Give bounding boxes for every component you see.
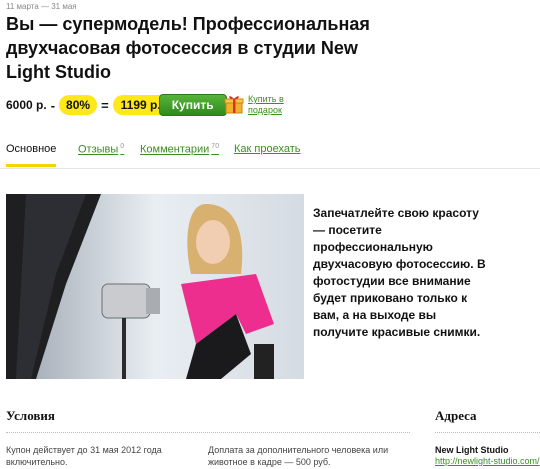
tab-reviews-label: Отзывы xyxy=(78,143,119,156)
discount-badge: 80% xyxy=(59,95,98,115)
deal-title: Вы — супермодель! Профессиональная двухч… xyxy=(6,14,370,82)
tab-directions[interactable]: Как проехать xyxy=(234,143,300,155)
gift-link[interactable]: Купить в подарок xyxy=(224,94,308,116)
buy-button[interactable]: Купить xyxy=(158,94,227,116)
tab-comments-label: Комментарии xyxy=(140,143,210,156)
studio-photo-illustration xyxy=(6,194,304,379)
tab-directions-label: Как проехать xyxy=(234,143,301,155)
deal-description: Запечатлейте свою красоту — посетите про… xyxy=(313,206,486,339)
tab-bar: Основное Отзывы 0 Комментарии 70 Как проех… xyxy=(0,140,540,169)
condition-item: Доплата за дополнительного человека или … xyxy=(208,445,389,467)
tab-main-label: Основное xyxy=(6,143,57,155)
gift-icon xyxy=(224,96,244,114)
tab-reviews[interactable]: Отзывы 0 xyxy=(78,143,124,156)
tab-comments-count: 70 xyxy=(211,143,220,150)
tab-comments[interactable]: Комментарии 70 xyxy=(140,143,219,156)
equals-sign: = xyxy=(101,97,109,113)
condition-item: Купон действует до 31 мая 2012 года вклю… xyxy=(6,445,162,467)
tab-reviews-count: 0 xyxy=(120,143,125,150)
minus-sign: - xyxy=(50,97,56,113)
conditions-title: Условия xyxy=(6,408,55,423)
addresses-title: Адреса xyxy=(435,408,477,423)
gift-label: Купить в подарок xyxy=(248,94,284,115)
deal-dates: 11 марта — 31 мая xyxy=(6,2,77,11)
conditions-divider xyxy=(6,432,410,433)
addresses-divider xyxy=(435,432,540,433)
address-name: New Light Studio xyxy=(435,445,509,455)
tab-main[interactable]: Основное xyxy=(6,143,57,167)
price-row: 6000 р. - 80% = 1199 р. Купить xyxy=(6,94,227,116)
deal-photo xyxy=(6,194,304,379)
address-link[interactable]: http://newlight-studio.com/ xyxy=(435,456,540,466)
original-price: 6000 р. xyxy=(6,98,47,112)
